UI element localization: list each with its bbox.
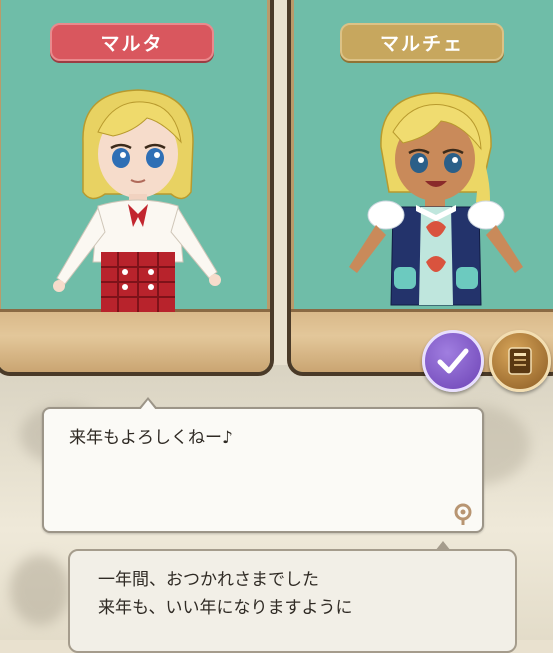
confirm-button[interactable]	[422, 330, 484, 392]
speech-bubble[interactable]: 来年もよろしくねー♪	[42, 397, 484, 533]
character-marche	[349, 92, 523, 306]
character-marta	[53, 89, 221, 312]
log-book-icon	[508, 347, 532, 375]
message-box-tail	[435, 541, 451, 551]
speech-text: 来年もよろしくねー♪	[69, 428, 233, 448]
log-button[interactable]	[489, 330, 551, 392]
name-tag-right: マルチェ	[340, 23, 504, 61]
message-box: 一年間、おつかれさまでした 来年も、いい年になりますように	[68, 541, 517, 653]
speech-bubble-tail-fill	[140, 400, 156, 410]
message-line-1: 一年間、おつかれさまでした	[98, 570, 319, 590]
name-tag-left: マルタ	[50, 23, 214, 61]
check-icon	[437, 348, 469, 374]
next-arrow-icon[interactable]	[450, 501, 476, 527]
message-line-2: 来年も、いい年になりますように	[98, 598, 353, 618]
